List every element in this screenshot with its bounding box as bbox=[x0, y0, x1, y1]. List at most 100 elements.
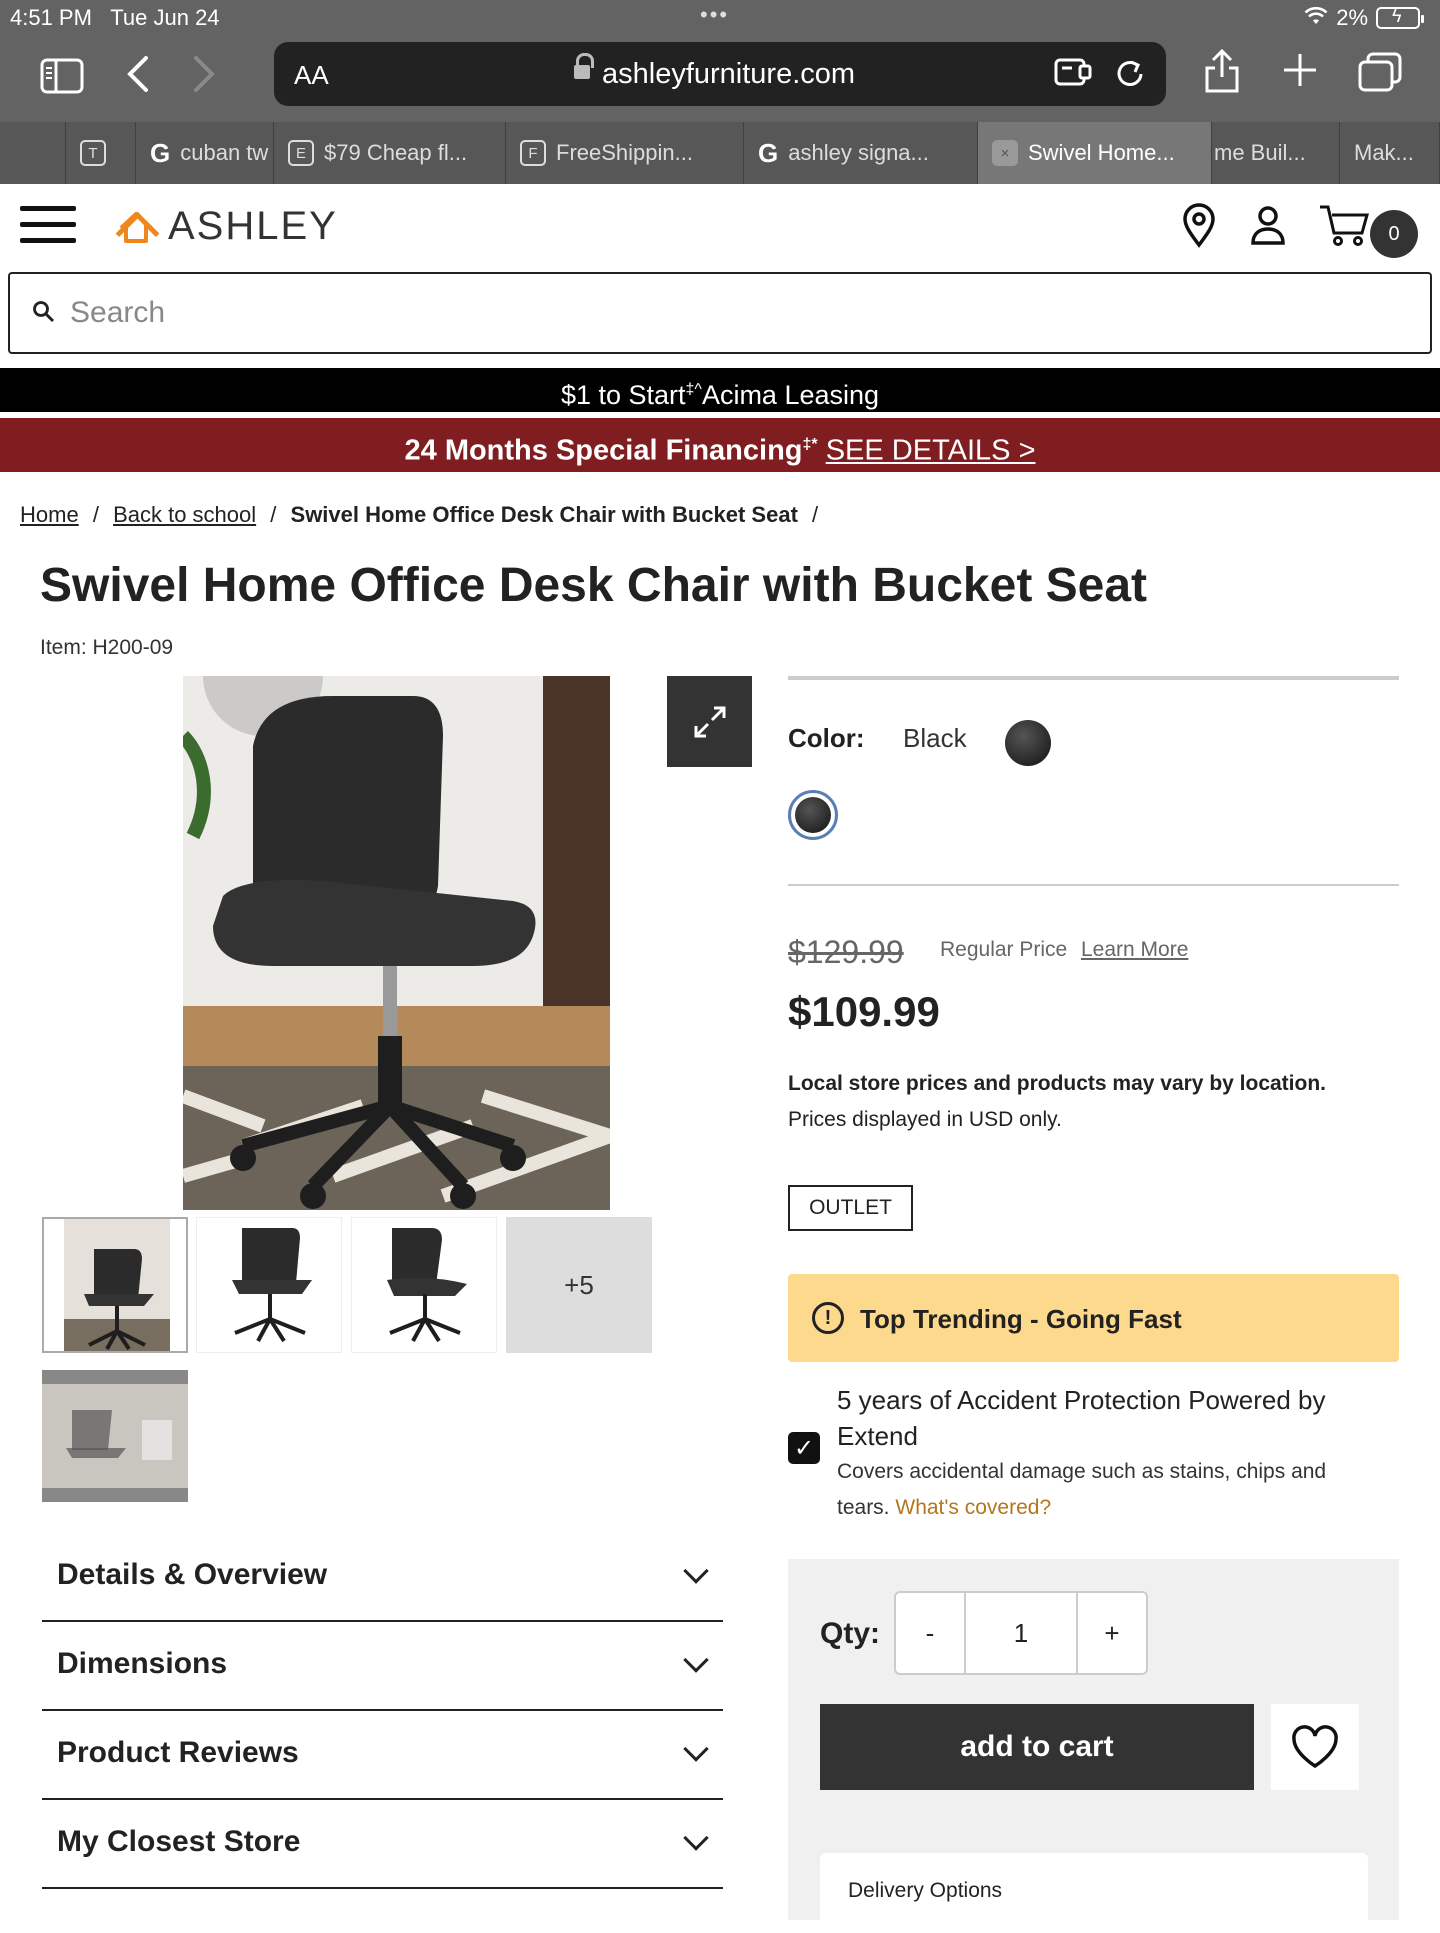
delivery-options-label: Delivery Options bbox=[848, 1879, 1003, 1902]
divider bbox=[788, 884, 1399, 886]
tab-label: ashley signa... bbox=[788, 140, 929, 165]
more-images-button[interactable]: +5 bbox=[506, 1217, 652, 1353]
chevron-down-icon bbox=[683, 1647, 709, 1673]
tab-label: me Buil... bbox=[1214, 140, 1306, 165]
alert-circle-icon: ! bbox=[812, 1302, 844, 1334]
sidebar-icon[interactable] bbox=[40, 58, 84, 103]
currency-note: Prices displayed in USD only. bbox=[788, 1108, 1062, 1131]
tab-partial[interactable] bbox=[0, 122, 66, 184]
search-input[interactable] bbox=[70, 288, 1370, 338]
thumbnail-1[interactable] bbox=[42, 1217, 188, 1353]
qty-increase-button[interactable]: + bbox=[1078, 1593, 1146, 1673]
tab-free-shipping[interactable]: F FreeShippin... bbox=[506, 122, 744, 184]
tab-close-icon[interactable]: × bbox=[992, 140, 1018, 166]
qty-value[interactable]: 1 bbox=[964, 1593, 1078, 1673]
tab-label: FreeShippin... bbox=[556, 140, 693, 165]
status-right: 2% ϟ bbox=[1304, 5, 1424, 31]
thumbnail-5[interactable] bbox=[42, 1370, 188, 1502]
tab-home-builder[interactable]: me Buil... bbox=[1212, 122, 1340, 184]
tab-cuban[interactable]: G cuban tw bbox=[136, 122, 274, 184]
qty-label: Qty: bbox=[820, 1617, 880, 1650]
add-to-cart-button[interactable]: add to cart bbox=[820, 1704, 1254, 1790]
tab-label: $79 Cheap fl... bbox=[324, 140, 468, 165]
tabs-overview-icon[interactable] bbox=[1358, 52, 1402, 101]
thumbnail-3[interactable] bbox=[351, 1217, 497, 1353]
logo-house-icon bbox=[118, 210, 154, 244]
product-main-image[interactable] bbox=[183, 676, 610, 1210]
chevron-down-icon bbox=[683, 1558, 709, 1584]
multitask-dots-icon[interactable]: ••• bbox=[700, 2, 729, 28]
price-location-note: Local store prices and products may vary… bbox=[788, 1072, 1327, 1095]
see-details-link[interactable]: SEE DETAILS > bbox=[826, 435, 1036, 467]
original-price: $129.99 bbox=[788, 934, 904, 970]
browser-toolbar: AA ashleyfurniture.com bbox=[0, 36, 1440, 122]
delivery-options-card[interactable]: Delivery Options bbox=[820, 1853, 1368, 1933]
accordion-details-overview[interactable]: Details & Overview bbox=[42, 1534, 723, 1622]
tab-ashley-signature[interactable]: G ashley signa... bbox=[744, 122, 978, 184]
back-icon[interactable] bbox=[124, 54, 150, 103]
status-time: 4:51 PM Tue Jun 24 bbox=[10, 5, 220, 30]
tab-cheap-flights[interactable]: E $79 Cheap fl... bbox=[274, 122, 506, 184]
item-number: Item: H200-09 bbox=[40, 636, 174, 659]
chevron-down-icon bbox=[683, 1825, 709, 1851]
cart-count-badge[interactable]: 0 bbox=[1370, 210, 1418, 258]
forward-icon[interactable] bbox=[192, 54, 218, 103]
address-bar[interactable]: AA ashleyfurniture.com bbox=[274, 42, 1166, 106]
whats-covered-link[interactable]: What's covered? bbox=[895, 1496, 1051, 1519]
ashley-logo[interactable]: ASHLEY bbox=[118, 204, 338, 249]
tab-favicon: T bbox=[80, 140, 106, 166]
location-pin-icon[interactable] bbox=[1180, 202, 1218, 253]
account-icon[interactable] bbox=[1250, 205, 1286, 250]
google-icon: G bbox=[150, 137, 171, 168]
chevron-down-icon bbox=[683, 1736, 709, 1762]
outlet-badge: OUTLET bbox=[788, 1185, 913, 1231]
site-header: ASHLEY 0 bbox=[0, 184, 1440, 270]
tab-swivel-home-active[interactable]: × Swivel Home... bbox=[978, 122, 1212, 184]
expand-image-button[interactable] bbox=[667, 676, 752, 767]
reload-icon[interactable] bbox=[1114, 56, 1146, 98]
thumbnail-2[interactable] bbox=[196, 1217, 342, 1353]
logo-text: ASHLEY bbox=[168, 204, 338, 248]
qty-decrease-button[interactable]: - bbox=[896, 1593, 964, 1673]
wifi-icon bbox=[1304, 5, 1328, 31]
menu-hamburger-icon[interactable] bbox=[20, 206, 76, 254]
search-box[interactable] bbox=[8, 272, 1432, 354]
divider bbox=[788, 676, 1399, 680]
tab-label: Mak... bbox=[1354, 140, 1414, 165]
wishlist-button[interactable] bbox=[1271, 1704, 1359, 1790]
tab-label: Swivel Home... bbox=[1028, 140, 1175, 165]
product-title: Swivel Home Office Desk Chair with Bucke… bbox=[40, 559, 1148, 612]
new-tab-icon[interactable] bbox=[1282, 52, 1318, 97]
trending-text: Top Trending - Going Fast bbox=[860, 1304, 1182, 1334]
tab-favicon: E bbox=[288, 140, 314, 166]
color-selector-label: Color: Black bbox=[788, 723, 967, 753]
battery-percent: 2% bbox=[1336, 5, 1368, 30]
financing-promo-banner: 24 Months Special Financing‡* SEE DETAIL… bbox=[0, 418, 1440, 472]
accordion-closest-store[interactable]: My Closest Store bbox=[42, 1801, 723, 1889]
color-swatch-black[interactable] bbox=[788, 790, 838, 840]
battery-icon: ϟ bbox=[1376, 6, 1424, 29]
protection-description: Covers accidental damage such as stains,… bbox=[837, 1460, 1327, 1519]
url-domain[interactable]: ashleyfurniture.com bbox=[602, 58, 855, 91]
regular-price-label: Regular Price bbox=[940, 938, 1068, 961]
breadcrumb-category-link[interactable]: Back to school bbox=[113, 502, 256, 527]
lock-icon bbox=[574, 53, 594, 81]
share-icon[interactable] bbox=[1202, 48, 1242, 103]
quantity-stepper: - 1 + bbox=[894, 1591, 1148, 1675]
leasing-promo-banner[interactable]: $1 to Start‡^Acima Leasing bbox=[0, 368, 1440, 412]
search-icon bbox=[32, 300, 56, 329]
tab-t[interactable]: T bbox=[66, 122, 136, 184]
extensions-icon[interactable] bbox=[1054, 56, 1092, 96]
status-bar: 4:51 PM Tue Jun 24 ••• 2% ϟ bbox=[0, 0, 1440, 36]
trending-banner: ! Top Trending - Going Fast bbox=[788, 1274, 1399, 1362]
reader-aa-button[interactable]: AA bbox=[294, 60, 329, 91]
breadcrumb-home-link[interactable]: Home bbox=[20, 502, 79, 527]
learn-more-link[interactable]: Learn More bbox=[1081, 938, 1188, 962]
tab-label: cuban tw bbox=[180, 140, 269, 165]
tab-make[interactable]: Mak... bbox=[1340, 122, 1440, 184]
accordion-product-reviews[interactable]: Product Reviews bbox=[42, 1712, 723, 1800]
accordion-dimensions[interactable]: Dimensions bbox=[42, 1623, 723, 1711]
tab-bar: T G cuban tw E $79 Cheap fl... F FreeShi… bbox=[0, 122, 1440, 184]
protection-checkbox[interactable]: ✓ bbox=[788, 1432, 820, 1464]
breadcrumb-current: Swivel Home Office Desk Chair with Bucke… bbox=[290, 502, 798, 527]
